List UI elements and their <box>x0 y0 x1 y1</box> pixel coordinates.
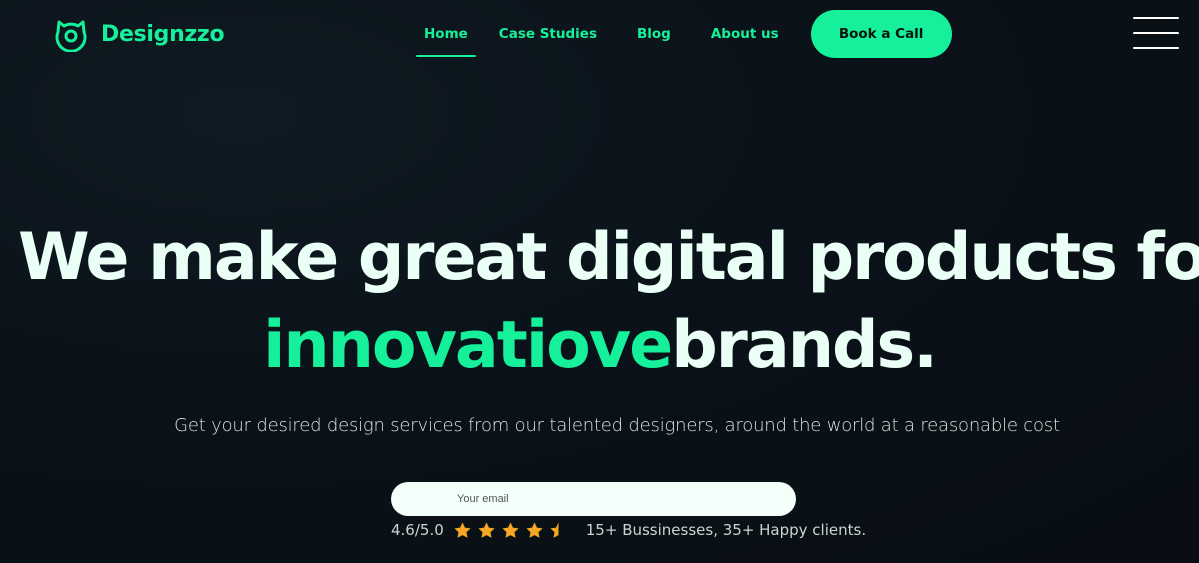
hero-subtitle: Get your desired design services from ou… <box>174 415 1060 436</box>
star-full-icon <box>526 521 543 538</box>
clients-count: 15+ Bussinesses, 35+ Happy clients. <box>585 521 867 539</box>
brand-name: Designzzo <box>101 21 225 47</box>
star-half-icon <box>550 521 559 538</box>
menu-line <box>1133 17 1179 19</box>
nav-blog[interactable]: Blog <box>637 20 671 48</box>
star-full-icon <box>478 521 495 538</box>
menu-line <box>1133 32 1179 34</box>
hero-headline-line2: innovatiovebrands. <box>0 308 1199 383</box>
rating-score: 4.6/5.0 <box>391 521 444 539</box>
hero-headline-rest: brands. <box>671 308 938 383</box>
book-a-call-button[interactable]: Book a Call <box>810 10 952 58</box>
rating-row: 4.6/5.0 15+ Bussinesses, 35+ Happy clien… <box>391 519 866 541</box>
hero-headline-line1: We make great digital products for <box>18 220 1199 295</box>
email-input[interactable] <box>391 482 796 516</box>
brand-logo[interactable]: Designzzo <box>53 16 225 52</box>
hamburger-menu-icon[interactable] <box>1133 17 1179 49</box>
hero-headline-accent: innovatiove <box>263 308 673 383</box>
nav-about-us[interactable]: About us <box>711 20 779 48</box>
nav-home[interactable]: Home <box>416 20 476 57</box>
nav-case-studies[interactable]: Case Studies <box>499 20 597 48</box>
star-full-icon <box>502 521 519 538</box>
menu-line <box>1133 47 1179 49</box>
star-full-icon <box>454 521 471 538</box>
star-rating <box>453 521 568 540</box>
logo-mark-icon <box>55 20 87 52</box>
main-nav: Home Case Studies Blog About us Book a C… <box>416 0 952 68</box>
